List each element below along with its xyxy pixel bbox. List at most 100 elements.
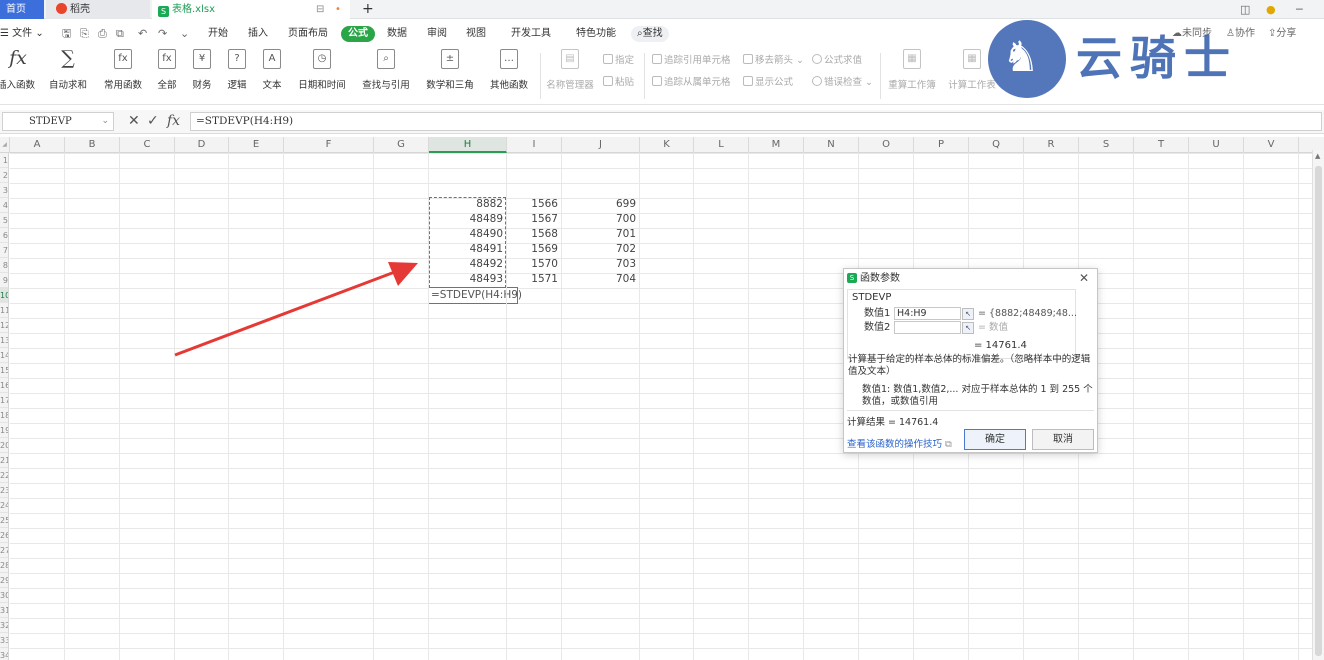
new-tab-button[interactable]: + (362, 0, 374, 19)
column-header-o[interactable]: O (859, 137, 914, 153)
file-menu[interactable]: ☰ 文件 ⌄ (0, 26, 44, 42)
column-header-i[interactable]: I (507, 137, 562, 153)
row-header[interactable]: 16 (0, 378, 8, 393)
row-header[interactable]: 31 (0, 603, 8, 618)
cancel-formula-icon[interactable]: ✕ (128, 113, 140, 130)
cell-i8[interactable]: 1570 (507, 257, 562, 272)
column-header-u[interactable]: U (1189, 137, 1244, 153)
cell-j9[interactable]: 704 (562, 272, 640, 287)
dialog-title[interactable]: S 函数参数 ✕ (844, 269, 1097, 288)
scroll-thumb[interactable] (1315, 166, 1322, 656)
row-header[interactable]: 11 (0, 303, 8, 318)
row-header[interactable]: 5 (0, 213, 8, 228)
scroll-up-icon[interactable]: ▲ (1315, 152, 1320, 160)
row-header[interactable]: 1 (0, 153, 8, 168)
row-header[interactable]: 25 (0, 513, 8, 528)
column-header-t[interactable]: T (1134, 137, 1189, 153)
menu-start[interactable]: 开始 (208, 26, 228, 42)
insert-function-button[interactable]: fx 插入函数 (0, 49, 36, 92)
export-icon[interactable]: ⎘ (80, 26, 89, 42)
row-header[interactable]: 30 (0, 588, 8, 603)
menu-insert[interactable]: 插入 (248, 26, 268, 42)
row-header[interactable]: 10 (0, 288, 8, 303)
minimize-button[interactable]: ─ (1296, 0, 1303, 19)
evaluate-formula-button[interactable]: 公式求值 (812, 54, 862, 68)
cell-j4[interactable]: 699 (562, 197, 640, 212)
row-header[interactable]: 20 (0, 438, 8, 453)
menu-developer[interactable]: 开发工具 (511, 26, 551, 42)
text-button[interactable]: A 文本 (257, 49, 287, 91)
other-functions-button[interactable]: … 其他函数 (484, 49, 534, 91)
cancel-button[interactable]: 取消 (1032, 429, 1094, 450)
cell-i7[interactable]: 1569 (507, 242, 562, 257)
menu-data[interactable]: 数据 (387, 26, 407, 42)
row-header[interactable]: 2 (0, 168, 8, 183)
column-header-b[interactable]: B (65, 137, 120, 153)
row-header[interactable]: 26 (0, 528, 8, 543)
cell-i9[interactable]: 1571 (507, 272, 562, 287)
chevron-down-icon[interactable]: ⌄ (101, 113, 109, 130)
row-header[interactable]: 23 (0, 483, 8, 498)
menu-view[interactable]: 视图 (466, 26, 486, 42)
name-manager-button[interactable]: ▤ 名称管理器 (545, 49, 595, 91)
column-header-v[interactable]: V (1244, 137, 1299, 153)
show-formulas-button[interactable]: 显示公式 (743, 76, 793, 90)
cell-i6[interactable]: 1568 (507, 227, 562, 242)
row-header[interactable]: 13 (0, 333, 8, 348)
paste-name-button[interactable]: 粘贴 (603, 76, 634, 90)
row-header[interactable]: 22 (0, 468, 8, 483)
financial-button[interactable]: ¥ 财务 (187, 49, 217, 91)
column-header-h[interactable]: H (429, 137, 507, 153)
row-header[interactable]: 27 (0, 543, 8, 558)
fx-icon[interactable]: fx (167, 113, 180, 130)
trace-dependents-button[interactable]: 追踪从属单元格 (652, 76, 731, 90)
confirm-formula-icon[interactable]: ✓ (147, 113, 159, 130)
spreadsheet-grid[interactable]: 704 703 702 701 700 699 1571 1570 1569 1568 1567 15… (10, 153, 1312, 660)
column-header-k[interactable]: K (640, 137, 694, 153)
math-trig-button[interactable]: ± 数学和三角 (421, 49, 479, 91)
row-header[interactable]: 21 (0, 453, 8, 468)
cell-i4[interactable]: 1566 (507, 197, 562, 212)
autosum-button[interactable]: ∑ 自动求和 (42, 49, 94, 92)
quick-access-dropdown-icon[interactable]: ⌄ (180, 26, 189, 42)
arg2-collapse-icon[interactable]: ↖ (962, 322, 974, 334)
row-header[interactable]: 8 (0, 258, 8, 273)
column-header-p[interactable]: P (914, 137, 969, 153)
row-header[interactable]: 15 (0, 363, 8, 378)
row-header[interactable]: 9 (0, 273, 8, 288)
cell-j6[interactable]: 701 (562, 227, 640, 242)
logical-button[interactable]: ? 逻辑 (222, 49, 252, 91)
column-header-c[interactable]: C (120, 137, 175, 153)
error-check-button[interactable]: 错误检查 ⌄ (812, 76, 873, 90)
menu-page-layout[interactable]: 页面布局 (288, 26, 328, 42)
row-header[interactable]: 3 (0, 183, 8, 198)
trace-precedents-button[interactable]: 追踪引用单元格 (652, 54, 731, 68)
cell-j5[interactable]: 700 (562, 212, 640, 227)
recalc-workbook-button[interactable]: ▦ 重算工作簿 (884, 49, 940, 91)
row-header[interactable]: 32 (0, 618, 8, 633)
column-header-a[interactable]: A (10, 137, 65, 153)
menu-formula[interactable]: 公式 (341, 26, 375, 42)
row-header[interactable]: 28 (0, 558, 8, 573)
select-all-corner[interactable]: ◢ (0, 137, 10, 153)
redo-icon[interactable]: ↷ (158, 26, 167, 42)
arg2-input[interactable] (894, 321, 961, 334)
menu-review[interactable]: 审阅 (427, 26, 447, 42)
lookup-button[interactable]: ⌕ 查找与引用 (357, 49, 415, 91)
undo-icon[interactable]: ↶ (138, 26, 147, 42)
column-header-f[interactable]: F (284, 137, 374, 153)
define-name-button[interactable]: 指定 (603, 54, 634, 68)
cell-j7[interactable]: 702 (562, 242, 640, 257)
arg1-input[interactable]: H4:H9 (894, 307, 961, 320)
column-header-e[interactable]: E (229, 137, 284, 153)
cell-j8[interactable]: 703 (562, 257, 640, 272)
vertical-scrollbar[interactable]: ▲ (1312, 150, 1324, 660)
search-box[interactable]: ⌕查找 (631, 26, 669, 42)
datetime-button[interactable]: ◷ 日期和时间 (293, 49, 351, 91)
column-header-m[interactable]: M (749, 137, 804, 153)
ok-button[interactable]: 确定 (964, 429, 1026, 450)
print-icon[interactable]: ⎙ (98, 26, 107, 42)
tab-daoke[interactable]: 稻壳 (46, 0, 150, 19)
active-cell-editor[interactable]: =STDEVP(H4:H9) (428, 287, 522, 304)
pin-icon[interactable]: ⊟ (316, 0, 324, 19)
